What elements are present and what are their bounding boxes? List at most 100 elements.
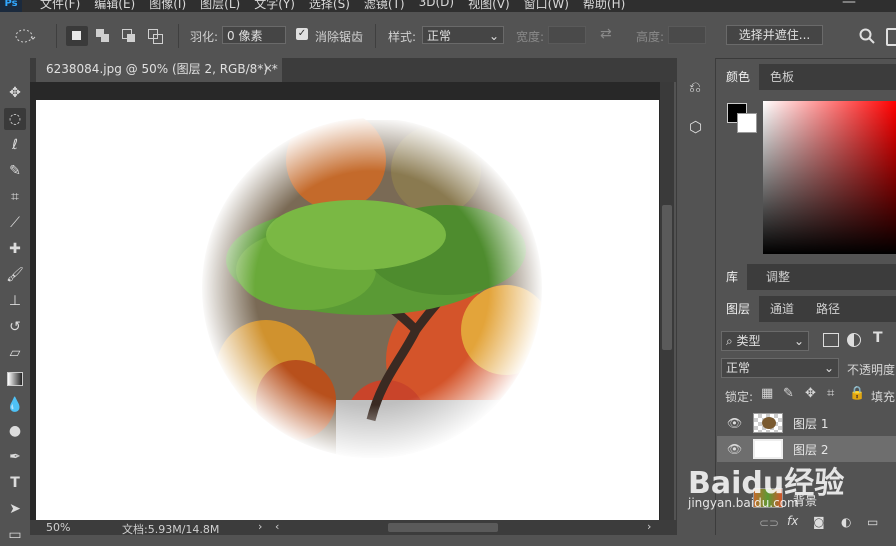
menu-3d[interactable]: 3D(D)	[419, 0, 454, 12]
menu-window[interactable]: 窗口(W)	[524, 0, 569, 12]
layer-row-1[interactable]: 👁 图层 1	[717, 410, 896, 436]
antialias-label: 消除锯齿	[315, 30, 364, 44]
crop-tool-icon[interactable]: ⌗	[4, 186, 26, 208]
tab-layers[interactable]: 图层	[717, 296, 760, 322]
layer-kind-filter[interactable]: ⌕ 类型 ⌄	[721, 331, 809, 351]
tab-adjustments[interactable]: 调整	[757, 264, 799, 290]
workspace-icon[interactable]	[886, 28, 896, 46]
status-bar: 50% 文档:5.93M/14.8M › ‹ ›	[30, 520, 676, 536]
width-label: 宽度:	[516, 30, 545, 44]
swap-icon[interactable]: ⇄	[600, 26, 612, 42]
add-selection-button[interactable]	[92, 26, 114, 46]
menu-select[interactable]: 选择(S)	[309, 0, 350, 12]
menu-view[interactable]: 视图(V)	[468, 0, 510, 12]
pixel-filter-icon[interactable]	[823, 333, 839, 347]
subtract-selection-button[interactable]	[118, 26, 140, 46]
blur-tool-icon[interactable]: 💧	[4, 394, 26, 416]
gradient-tool-icon[interactable]	[4, 368, 26, 390]
elliptical-marquee-icon[interactable]	[14, 28, 36, 44]
type-tool-icon[interactable]: T	[4, 472, 26, 494]
eye-icon[interactable]: 👁	[727, 416, 742, 430]
width-input[interactable]	[548, 26, 586, 44]
style-select[interactable]: 正常 ⌄	[422, 26, 504, 44]
menu-help[interactable]: 帮助(H)	[583, 0, 625, 12]
layer-thumbnail	[753, 439, 783, 459]
intersect-selection-button[interactable]	[144, 26, 166, 46]
feather-input[interactable]: 0 像素	[222, 26, 286, 44]
lock-transparent-icon[interactable]: ▦	[761, 386, 773, 401]
tab-paths[interactable]: 路径	[807, 296, 849, 322]
pen-tool-icon[interactable]: ✒	[4, 446, 26, 468]
zoom-level[interactable]: 50%	[46, 521, 70, 534]
antialias-checkbox[interactable]: ✓	[296, 28, 308, 40]
eye-icon[interactable]: 👁	[727, 442, 742, 456]
feather-label: 羽化:	[190, 30, 219, 44]
tab-color[interactable]: 颜色	[717, 64, 760, 90]
menu-file[interactable]: 文件(F)	[40, 0, 80, 12]
history-panel-icon[interactable]: ⎌	[689, 78, 701, 96]
menu-filter[interactable]: 滤镜(T)	[364, 0, 405, 12]
tree-vignette-image	[200, 116, 544, 460]
quick-select-tool-icon[interactable]: ✎	[4, 160, 26, 182]
chevron-down-icon: ⌄	[823, 361, 834, 375]
tab-libraries[interactable]: 库	[717, 264, 748, 290]
lock-artboard-icon[interactable]: ⌗	[827, 386, 834, 401]
library-panel-tabs: 库 调整	[717, 264, 896, 290]
select-and-mask-button[interactable]: 选择并遮住...	[726, 25, 823, 45]
layer-name[interactable]: 图层 2	[793, 441, 828, 458]
clone-stamp-tool-icon[interactable]: ⊥	[4, 290, 26, 312]
minimize-icon[interactable]: —	[842, 0, 856, 10]
tab-channels[interactable]: 通道	[761, 296, 803, 322]
chevron-right-icon[interactable]: ›	[258, 520, 262, 533]
search-icon[interactable]	[859, 28, 875, 44]
eraser-tool-icon[interactable]: ▱	[4, 342, 26, 364]
color-picker-field[interactable]	[763, 101, 896, 254]
move-tool-icon[interactable]: ✥	[4, 82, 26, 104]
menu-layer[interactable]: 图层(L)	[200, 0, 240, 12]
path-select-tool-icon[interactable]: ➤	[4, 498, 26, 520]
layer-thumbnail	[753, 413, 783, 433]
chevron-down-icon: ⌄	[793, 334, 804, 348]
canvas[interactable]	[36, 100, 659, 520]
blend-mode-value: 正常	[726, 361, 751, 375]
menu-type[interactable]: 文字(Y)	[254, 0, 295, 12]
adjustment-filter-icon[interactable]	[847, 333, 861, 347]
tab-swatches[interactable]: 色板	[761, 64, 803, 90]
lasso-tool-icon[interactable]: ℓ	[4, 134, 26, 156]
menu-items: 文件(F) 编辑(E) 图像(I) 图层(L) 文字(Y) 选择(S) 滤镜(T…	[40, 0, 639, 12]
blend-mode-select[interactable]: 正常 ⌄	[721, 358, 839, 378]
scroll-left-icon[interactable]: ‹	[275, 520, 279, 533]
menu-bar: Ps 文件(F) 编辑(E) 图像(I) 图层(L) 文字(Y) 选择(S) 滤…	[0, 0, 896, 12]
link-icon[interactable]: ⊂⊃	[759, 516, 779, 530]
dodge-tool-icon[interactable]: ●	[4, 420, 26, 442]
brush-tool-icon[interactable]: 🖌	[4, 264, 26, 286]
healing-brush-tool-icon[interactable]: ✚	[4, 238, 26, 260]
layers-panel-tabs: 图层 通道 路径	[717, 296, 896, 322]
tools-panel: ✥ ◌ ℓ ✎ ⌗ ⟋ ✚ 🖌 ⊥ ↺ ▱ 💧 ● ✒ T ➤ ▭	[0, 58, 31, 543]
lock-pixels-icon[interactable]: ✎	[783, 386, 794, 401]
rectangle-tool-icon[interactable]: ▭	[4, 524, 26, 546]
new-selection-button[interactable]	[66, 26, 88, 46]
horizontal-scroll-thumb[interactable]	[388, 523, 498, 532]
baidu-watermark: Baidu经验 jingyan.baidu.com	[688, 458, 888, 518]
ellipse-marquee-tool-icon[interactable]: ◌	[4, 108, 26, 130]
type-filter-icon[interactable]: T	[873, 330, 883, 346]
lock-label: 锁定:	[725, 390, 754, 404]
menu-edit[interactable]: 编辑(E)	[94, 0, 135, 12]
lock-all-icon[interactable]: 🔒	[849, 386, 865, 401]
3d-panel-icon[interactable]: ⬡	[689, 118, 702, 136]
height-input[interactable]	[668, 26, 706, 44]
color-panel-tabs: 颜色 色板	[717, 64, 896, 90]
background-color-swatch[interactable]	[737, 113, 757, 133]
vertical-scroll-thumb[interactable]	[662, 205, 672, 350]
close-icon[interactable]: ×	[263, 61, 273, 75]
history-brush-tool-icon[interactable]: ↺	[4, 316, 26, 338]
lock-position-icon[interactable]: ✥	[805, 386, 816, 401]
scroll-right-icon[interactable]: ›	[647, 520, 651, 533]
fill-label: 填充	[871, 390, 896, 404]
eyedropper-tool-icon[interactable]: ⟋	[4, 212, 26, 234]
document-tab[interactable]: 6238084.jpg @ 50% (图层 2, RGB/8*) *	[36, 56, 282, 82]
options-bar: 羽化: 0 像素 ✓ 消除锯齿 样式: 正常 ⌄ 宽度: ⇄ 高度: 选择并遮住…	[0, 12, 896, 59]
layer-name[interactable]: 图层 1	[793, 415, 828, 432]
menu-image[interactable]: 图像(I)	[149, 0, 186, 12]
